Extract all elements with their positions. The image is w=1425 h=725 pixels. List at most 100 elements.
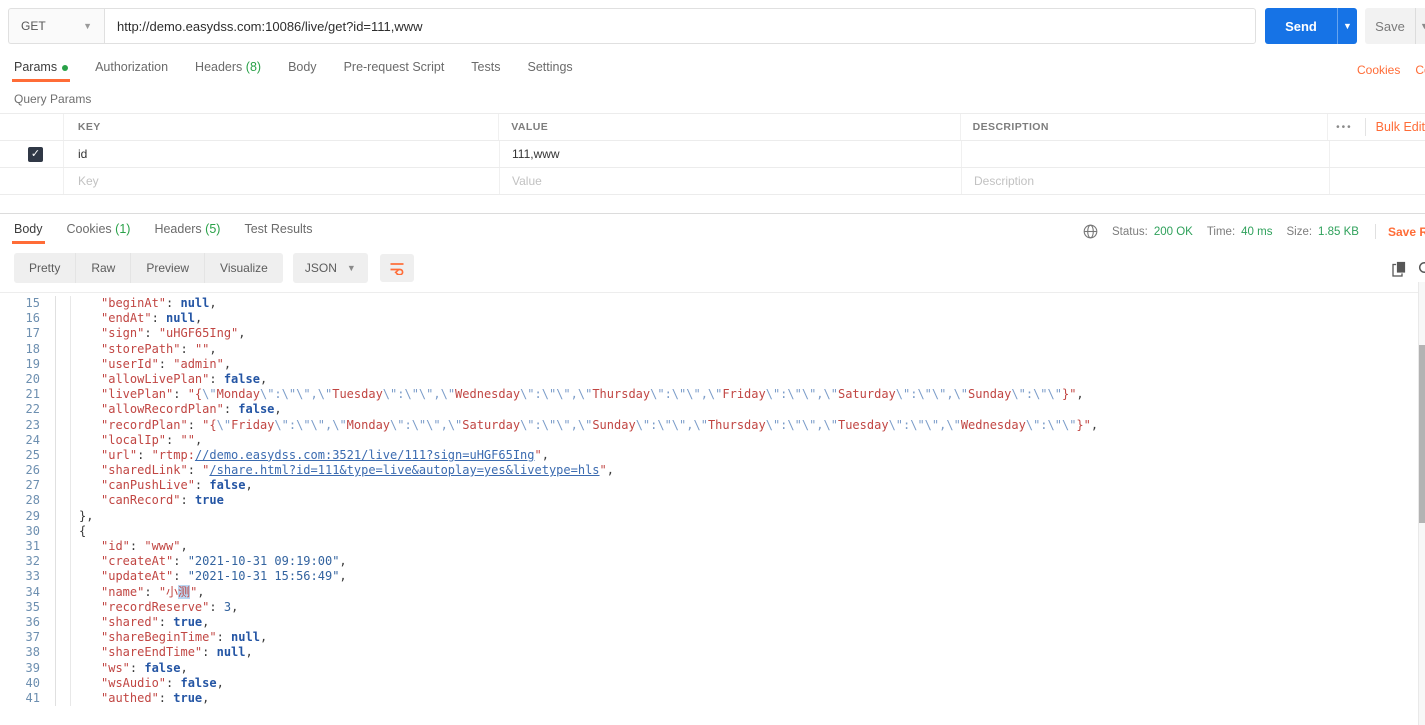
line-number: 29 <box>25 508 40 523</box>
param-value-input[interactable] <box>512 147 939 161</box>
fold-gutter[interactable] <box>55 584 71 600</box>
chevron-down-icon: ▼ <box>83 21 92 31</box>
send-options-caret[interactable]: ▼ <box>1337 8 1357 44</box>
response-tab-body[interactable]: Body <box>12 222 44 244</box>
fold-gutter[interactable] <box>55 417 71 433</box>
query-params-table: KEY VALUE DESCRIPTION ••• Bulk Edit ✓ <box>0 113 1425 195</box>
fold-gutter[interactable] <box>55 569 71 585</box>
tab-headers[interactable]: Headers (8) <box>195 60 261 82</box>
fold-gutter[interactable] <box>55 493 71 509</box>
globe-icon[interactable] <box>1083 224 1098 239</box>
save-button[interactable]: Save <box>1365 8 1415 44</box>
tab-settings[interactable]: Settings <box>527 60 572 82</box>
fold-gutter[interactable] <box>55 645 71 661</box>
cookies-link[interactable]: Cookies <box>1357 63 1400 77</box>
fold-gutter[interactable] <box>55 523 71 539</box>
tab-params[interactable]: Params <box>11 60 71 82</box>
bulk-edit-link[interactable]: Bulk Edit <box>1376 120 1425 134</box>
size-value: 1.85 KB <box>1318 225 1359 238</box>
copy-icon[interactable] <box>1392 261 1407 277</box>
code-token: \" <box>317 387 333 402</box>
fold-gutter[interactable] <box>55 371 71 388</box>
code-link[interactable]: Code <box>1415 63 1425 77</box>
fold-gutter[interactable] <box>55 463 71 479</box>
url-input[interactable] <box>104 8 1256 44</box>
fold-gutter[interactable] <box>55 432 71 448</box>
code-line: 32 "createAt": "2021-10-31 09:19:00", <box>0 554 1418 570</box>
tab-body[interactable]: Body <box>288 60 317 82</box>
code-line: 20 "allowLivePlan": false, <box>0 371 1418 388</box>
fold-gutter[interactable] <box>55 326 71 342</box>
fold-gutter[interactable] <box>55 341 71 357</box>
code-token: , <box>245 478 253 493</box>
response-tab-test-results[interactable]: Test Results <box>244 222 312 244</box>
fold-gutter[interactable] <box>55 296 71 312</box>
code-token: Monday <box>346 417 391 432</box>
new-value-input[interactable] <box>512 174 939 188</box>
response-tab-cookies[interactable]: Cookies (1) <box>67 222 131 244</box>
response-link[interactable]: //demo.easydss.com:3521/live/111?sign=uH… <box>195 448 535 462</box>
fold-gutter[interactable] <box>55 690 71 707</box>
param-key-input[interactable] <box>78 147 478 161</box>
code-token: }" <box>1076 417 1091 432</box>
send-button[interactable]: Send <box>1265 8 1337 44</box>
fold-gutter[interactable] <box>55 356 71 372</box>
code-token: "updateAt" <box>101 569 174 584</box>
fold-gutter[interactable] <box>55 311 71 327</box>
fold-gutter[interactable] <box>55 508 71 524</box>
format-select[interactable]: JSON ▼ <box>292 253 368 283</box>
search-icon[interactable] <box>1418 261 1425 277</box>
code-token: \" <box>577 387 593 402</box>
code-token: , <box>209 296 217 310</box>
new-description-input[interactable] <box>974 174 1312 188</box>
param-description-input[interactable] <box>974 147 1312 161</box>
wrap-text-icon <box>390 263 404 275</box>
time-label: Time: <box>1206 225 1236 238</box>
scrollbar-track[interactable] <box>1418 282 1425 725</box>
code-token: Friday <box>231 417 275 432</box>
request-response-divider[interactable] <box>0 213 1425 214</box>
fold-gutter[interactable] <box>55 614 71 631</box>
view-preview-button[interactable]: Preview <box>131 253 206 283</box>
response-link[interactable]: /share.html?id=111&type=live&autoplay=ye… <box>209 463 599 477</box>
fold-gutter[interactable] <box>55 554 71 570</box>
line-number: 37 <box>25 630 40 645</box>
code-token: Thursday <box>707 417 766 432</box>
response-tab-headers[interactable]: Headers (5) <box>154 222 220 244</box>
save-response-button[interactable]: Save Response <box>1388 225 1425 239</box>
tab-params-label: Params <box>14 60 58 74</box>
method-select[interactable]: GET ▼ <box>8 8 104 44</box>
fold-gutter[interactable] <box>55 675 71 691</box>
tab-tests[interactable]: Tests <box>471 60 500 82</box>
fold-gutter[interactable] <box>55 539 71 555</box>
line-number: 31 <box>25 539 40 553</box>
headers-count: (8) <box>245 60 262 74</box>
param-checkbox[interactable]: ✓ <box>28 146 43 162</box>
new-key-input[interactable] <box>78 174 478 188</box>
fold-gutter[interactable] <box>55 599 71 615</box>
more-actions-icon[interactable]: ••• <box>1336 122 1353 133</box>
fold-gutter[interactable] <box>55 630 71 646</box>
code-token: "beginAt" <box>101 296 167 310</box>
view-pretty-button[interactable]: Pretty <box>14 253 77 283</box>
tab-headers-label: Headers <box>195 60 243 74</box>
response-tab-body-label: Body <box>14 222 43 236</box>
save-options-caret[interactable]: ▼ <box>1415 8 1425 44</box>
view-raw-button[interactable]: Raw <box>76 253 132 283</box>
tab-authorization[interactable]: Authorization <box>95 60 168 82</box>
scrollbar-thumb[interactable] <box>1419 345 1425 523</box>
code-token: null <box>231 630 260 645</box>
fold-gutter[interactable] <box>55 660 71 676</box>
wrap-text-button[interactable] <box>379 254 414 282</box>
code-token: "canPushLive" <box>101 478 195 493</box>
response-body-actions <box>1392 261 1425 277</box>
line-number: 23 <box>25 417 40 432</box>
fold-gutter[interactable] <box>55 402 71 418</box>
tab-pre-request-script[interactable]: Pre-request Script <box>344 60 445 82</box>
code-token: : <box>173 554 188 569</box>
response-body-viewer[interactable]: 15 "beginAt": null, 16 "endAt": null, 17 "sig… <box>0 292 1418 725</box>
view-visualize-button[interactable]: Visualize <box>205 253 283 283</box>
fold-gutter[interactable] <box>55 387 71 403</box>
fold-gutter[interactable] <box>55 478 71 494</box>
fold-gutter[interactable] <box>55 447 71 464</box>
